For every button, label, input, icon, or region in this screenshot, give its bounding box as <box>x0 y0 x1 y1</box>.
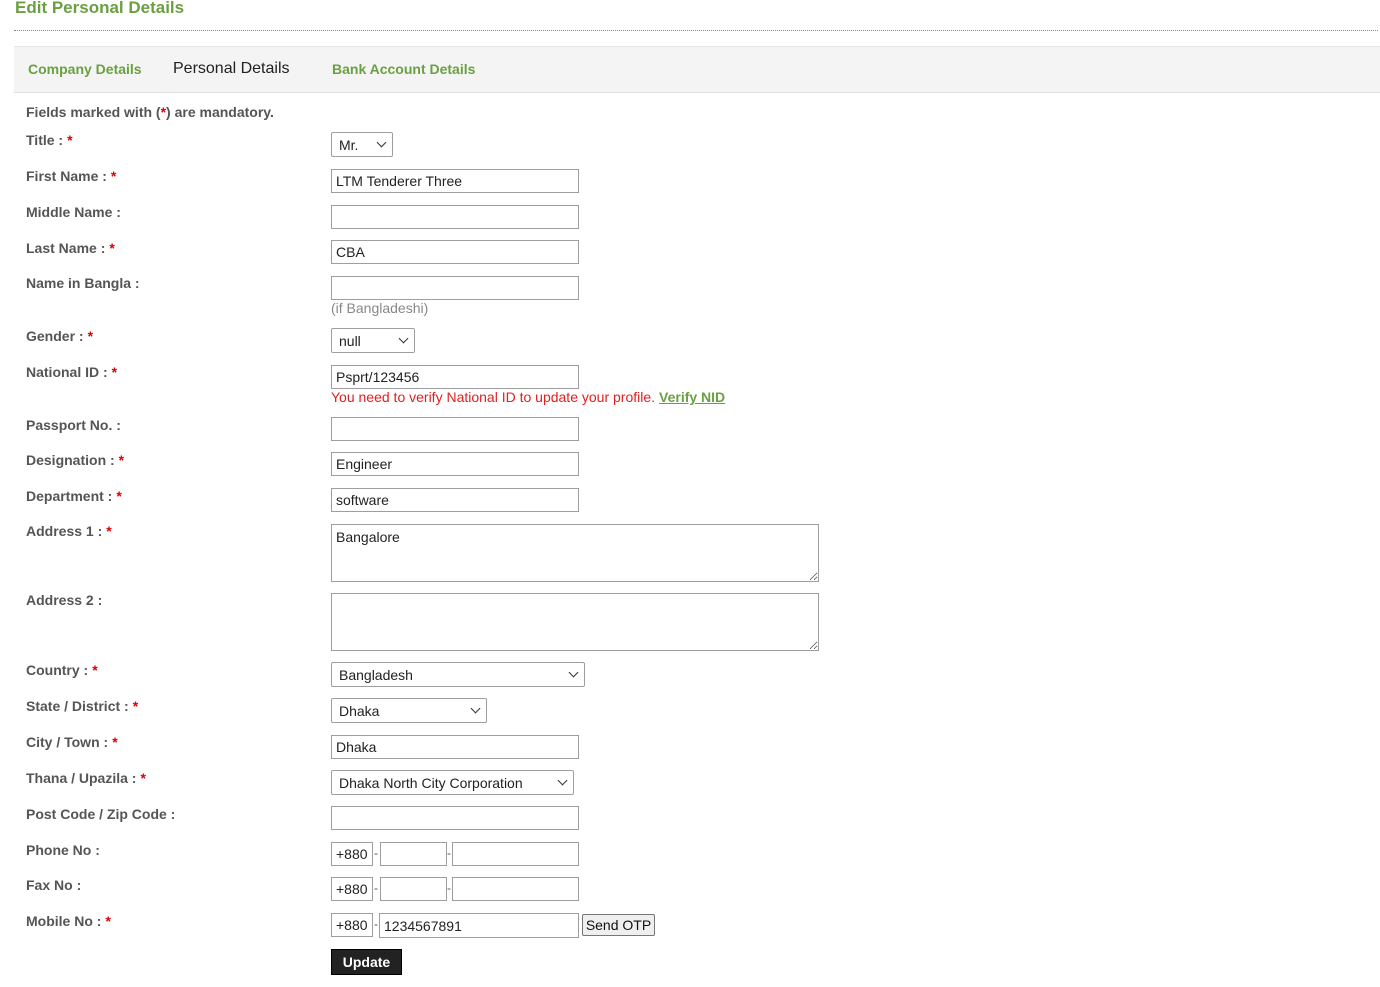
last-name-label: Last Name : * <box>26 240 115 256</box>
mobile-label: Mobile No : * <box>26 913 111 929</box>
verify-nid-link[interactable]: Verify NID <box>659 389 725 405</box>
thana-label: Thana / Upazila : * <box>26 770 146 786</box>
middle-name-input[interactable] <box>331 205 579 229</box>
country-label: Country : * <box>26 662 98 678</box>
fax-country-code[interactable] <box>331 877 373 901</box>
update-button[interactable]: Update <box>331 949 402 975</box>
name-bangla-input[interactable] <box>331 276 579 300</box>
postcode-label: Post Code / Zip Code : <box>26 806 176 822</box>
department-input[interactable] <box>331 488 579 512</box>
title-divider <box>14 30 1378 31</box>
chevron-down-icon <box>568 667 579 678</box>
first-name-input[interactable] <box>331 169 579 193</box>
phone-area-code-input[interactable] <box>380 842 447 866</box>
last-name-input[interactable] <box>331 240 579 264</box>
name-bangla-hint: (if Bangladeshi) <box>331 300 429 316</box>
tab-bar: Company Details Personal Details Bank Ac… <box>14 46 1380 93</box>
tab-personal-details[interactable]: Personal Details <box>173 60 290 78</box>
address2-label: Address 2 : <box>26 592 103 608</box>
name-bangla-label: Name in Bangla : <box>26 275 140 291</box>
phone-label: Phone No : <box>26 842 100 858</box>
tab-bank-account-details[interactable]: Bank Account Details <box>332 61 475 77</box>
address1-label: Address 1 : * <box>26 523 112 539</box>
passport-label: Passport No. : <box>26 417 121 433</box>
mobile-country-code[interactable] <box>331 913 373 937</box>
designation-input[interactable] <box>331 452 579 476</box>
department-label: Department : * <box>26 488 122 504</box>
address1-textarea[interactable]: Bangalore <box>331 524 819 582</box>
title-label: Title : * <box>26 132 73 148</box>
national-id-error: You need to verify National ID to update… <box>331 389 726 405</box>
city-label: City / Town : * <box>26 734 118 750</box>
fax-area-code-input[interactable] <box>380 877 447 901</box>
title-select[interactable]: Mr. <box>331 132 393 157</box>
state-label: State / District : * <box>26 698 139 714</box>
chevron-down-icon <box>376 137 387 148</box>
national-id-label: National ID : * <box>26 364 118 380</box>
page-title: Edit Personal Details <box>15 0 185 17</box>
fax-label: Fax No : <box>26 877 82 893</box>
national-id-input[interactable] <box>331 365 579 389</box>
phone-number-input[interactable] <box>452 842 579 866</box>
middle-name-label: Middle Name : <box>26 204 121 220</box>
chevron-down-icon <box>557 775 568 786</box>
state-select[interactable]: Dhaka <box>331 698 487 723</box>
send-otp-button[interactable]: Send OTP <box>582 914 655 936</box>
thana-select[interactable]: Dhaka North City Corporation <box>331 770 574 795</box>
city-input[interactable] <box>331 735 579 759</box>
phone-country-code[interactable] <box>331 842 373 866</box>
mobile-number-input[interactable] <box>379 913 579 938</box>
mandatory-note: Fields marked with (*) are mandatory. <box>26 104 274 120</box>
gender-label: Gender : * <box>26 328 94 344</box>
postcode-input[interactable] <box>331 806 579 830</box>
chevron-down-icon <box>398 333 409 344</box>
country-select[interactable]: Bangladesh <box>331 662 585 687</box>
address2-textarea[interactable] <box>331 593 819 651</box>
passport-input[interactable] <box>331 417 579 441</box>
gender-select[interactable]: null <box>331 328 415 353</box>
chevron-down-icon <box>470 703 481 714</box>
fax-number-input[interactable] <box>452 877 579 901</box>
tab-company-details[interactable]: Company Details <box>28 61 142 77</box>
designation-label: Designation : * <box>26 452 125 468</box>
first-name-label: First Name : * <box>26 168 117 184</box>
